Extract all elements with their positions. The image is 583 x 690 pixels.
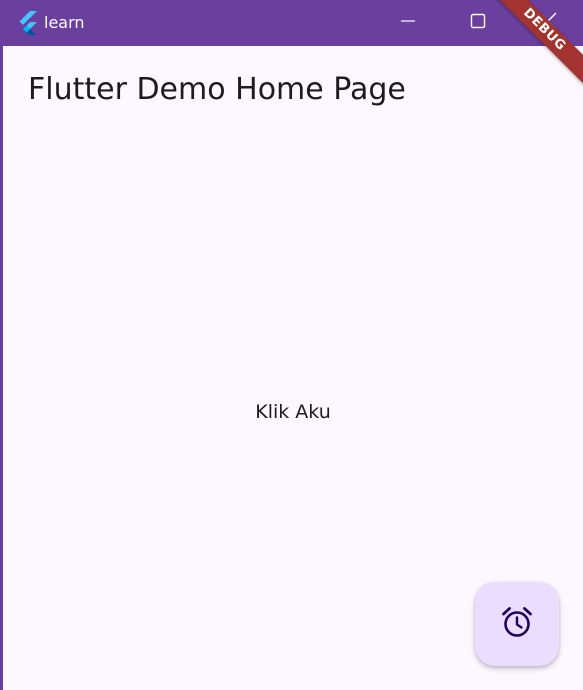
app-window: learn Flutter Demo Home Page Klik Aku DE…	[0, 0, 583, 690]
maximize-button[interactable]	[443, 0, 513, 46]
floating-action-button[interactable]	[475, 582, 559, 666]
window-title: learn	[44, 13, 85, 32]
title-bar[interactable]: learn	[3, 0, 583, 46]
flutter-logo-icon	[17, 11, 39, 36]
center-text-klik-aku: Klik Aku	[255, 401, 331, 423]
page-title: Flutter Demo Home Page	[28, 72, 406, 107]
alarm-icon	[500, 605, 534, 643]
minimize-button[interactable]	[373, 0, 443, 46]
maximize-icon	[470, 13, 486, 33]
minimize-icon	[400, 13, 416, 33]
